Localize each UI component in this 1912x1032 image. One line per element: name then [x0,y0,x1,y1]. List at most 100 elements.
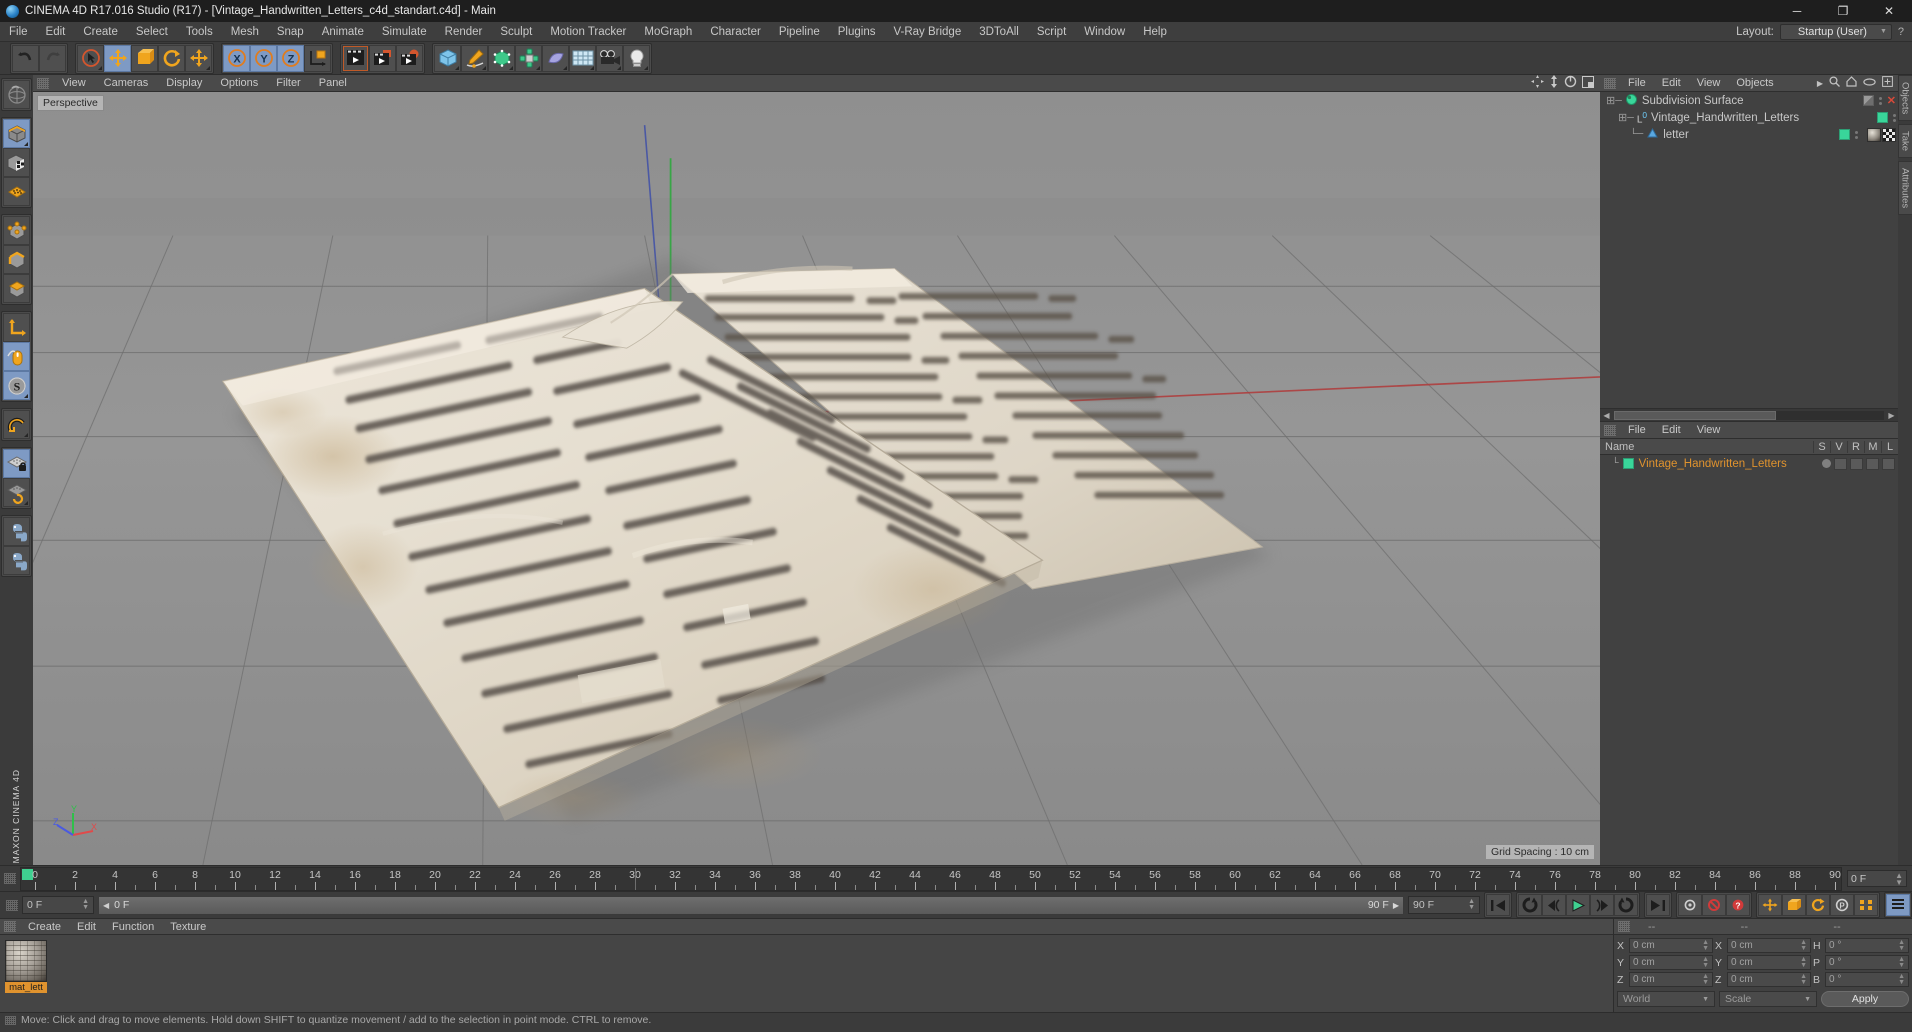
search-icon[interactable] [1829,76,1840,90]
visibility-dots-icon[interactable] [1878,96,1882,105]
scale-tool-button[interactable] [131,44,158,72]
coordinate-system-dropdown[interactable]: World ▼ [1617,991,1715,1007]
tree-expander-icon[interactable]: ⊞─ [1606,94,1622,108]
panel-drag-handle-icon[interactable] [5,1015,16,1025]
field-position-z[interactable]: 0 cm ▲ ▼ [1629,972,1713,987]
panel-drag-handle-icon[interactable] [37,77,49,89]
animation-range-bar[interactable]: ◀ 0 F 90 F ▶ [98,895,1404,915]
rotate-tool-button[interactable] [158,44,185,72]
menu-item-plugins[interactable]: Plugins [829,22,885,42]
add-array-button[interactable] [515,44,542,72]
points-mode-button[interactable] [3,216,30,245]
visibility-dots-icon[interactable] [1893,113,1896,122]
menu-item-select[interactable]: Select [127,22,177,42]
toggle-layout-icon[interactable] [1582,75,1594,91]
scrollbar-track[interactable] [1614,410,1884,420]
side-tab-attributes[interactable]: Attributes [1897,161,1912,216]
timeline-ruler[interactable]: 0246810121416182022242628303234363840424… [20,866,1842,891]
material-row[interactable]: └ Vintage_Handwritten_Letters [1600,455,1898,472]
visibility-dots-icon[interactable] [1855,130,1858,139]
add-deformer-button[interactable] [542,44,569,72]
field-size-x[interactable]: 0 cm ▲ ▼ [1727,938,1811,953]
material-menu-function[interactable]: Function [104,919,162,935]
redo-button[interactable] [39,44,66,72]
magnet-tool-button[interactable] [3,410,30,439]
home-icon[interactable] [1846,76,1857,90]
render-clapper-icon[interactable] [1850,457,1863,470]
tree-expander-icon[interactable]: ⊞─ [1618,111,1634,125]
object-manager-menu-edit[interactable]: Edit [1654,75,1689,92]
material-menu-texture[interactable]: Texture [162,919,214,935]
play-forward-button[interactable] [1566,894,1590,916]
panel-drag-handle-icon[interactable] [6,899,18,911]
lock-z-axis-button[interactable]: Z [277,44,304,72]
viewport-menu-view[interactable]: View [53,75,95,92]
lock-icon[interactable] [1882,457,1895,470]
new-layer-icon[interactable] [1882,76,1893,90]
menu-item-character[interactable]: Character [701,22,770,42]
right-material-menu-file[interactable]: File [1620,422,1654,439]
pla-key-button[interactable] [1854,894,1878,916]
lock-y-axis-button[interactable]: Y [250,44,277,72]
spinner-icon[interactable]: ▲ ▼ [1895,871,1903,886]
spinner-icon[interactable]: ▲ ▼ [1898,956,1905,969]
visibility-toggle[interactable] [1862,95,1874,106]
right-material-menu-view[interactable]: View [1689,422,1729,439]
menu-item-render[interactable]: Render [436,22,492,42]
material-thumbnail[interactable]: mat_lett [5,940,47,1007]
field-size-y[interactable]: 0 cm ▲ ▼ [1727,955,1811,970]
python-script-button[interactable] [3,517,30,546]
add-cube-button[interactable] [434,44,461,72]
menu-item-pipeline[interactable]: Pipeline [770,22,829,42]
field-size-z[interactable]: 0 cm ▲ ▼ [1727,972,1811,987]
minimize-button[interactable]: ─ [1774,0,1820,22]
coordinate-mode-dropdown[interactable]: Scale ▼ [1719,991,1817,1007]
material-preview-sphere[interactable] [5,940,47,982]
spinner-icon[interactable]: ▲ ▼ [1800,973,1807,986]
scroll-right-icon[interactable]: ▶ [1885,411,1898,420]
pan-view-icon[interactable] [1531,75,1544,91]
polygons-mode-button[interactable] [3,274,30,303]
material-tag-icon[interactable] [1867,127,1881,142]
lock-x-axis-button[interactable]: X [223,44,250,72]
viewport-menu-filter[interactable]: Filter [267,75,309,92]
dolly-view-icon[interactable] [1549,75,1559,91]
menu-item-animate[interactable]: Animate [313,22,373,42]
help-icon[interactable]: ? [1898,26,1906,38]
menu-item-create[interactable]: Create [74,22,127,42]
chevron-right-icon[interactable]: ▶ [1817,79,1823,88]
menu-item-sculpt[interactable]: Sculpt [491,22,541,42]
menu-item-window[interactable]: Window [1075,22,1134,42]
visibility-toggle[interactable] [1877,112,1888,123]
viewport-menu-display[interactable]: Display [157,75,211,92]
keyframe-selection-button[interactable]: ? [1726,894,1750,916]
loop-button[interactable] [1614,894,1638,916]
spinner-icon[interactable]: ▲ ▼ [1702,973,1709,986]
object-row-subdivision-surface[interactable]: ⊞─ Subdivision Surface ✕ [1600,92,1898,109]
move-dup-tool-button[interactable] [185,44,212,72]
menu-item-mesh[interactable]: Mesh [222,22,268,42]
object-row-letter[interactable]: └─ letter [1600,126,1898,143]
layout-dropdown[interactable]: Startup (User) ▼ [1779,23,1892,40]
model-mode-button[interactable] [3,148,30,177]
enable-axis-button[interactable] [3,313,30,342]
ellipse-icon[interactable] [1863,77,1876,89]
world-object-coordinates-button[interactable] [304,44,331,72]
scroll-left-icon[interactable]: ◀ [1600,411,1613,420]
object-manager-horizontal-scrollbar[interactable]: ◀ ▶ [1600,408,1898,421]
spinner-icon[interactable]: ▲ ▼ [1898,939,1905,952]
field-rotation-b[interactable]: 0 ° ▲ ▼ [1825,972,1909,987]
object-manager-menu-view[interactable]: View [1689,75,1729,92]
material-thumbnail-area[interactable]: mat_lett [0,935,1613,1012]
menu-item-3dtoall[interactable]: 3DToAll [970,22,1028,42]
spinner-icon[interactable]: ▲ ▼ [82,898,89,911]
menu-item-help[interactable]: Help [1134,22,1176,42]
viewport-menu-panel[interactable]: Panel [310,75,356,92]
position-key-button[interactable] [1758,894,1782,916]
render-settings-button[interactable] [396,44,423,72]
solo-dot-icon[interactable] [1822,459,1831,468]
object-axis-mode-button[interactable] [3,177,30,206]
viewport-solo-button[interactable] [3,342,30,371]
animation-mode-button[interactable] [1886,894,1910,916]
undo-view-button[interactable] [3,80,30,109]
